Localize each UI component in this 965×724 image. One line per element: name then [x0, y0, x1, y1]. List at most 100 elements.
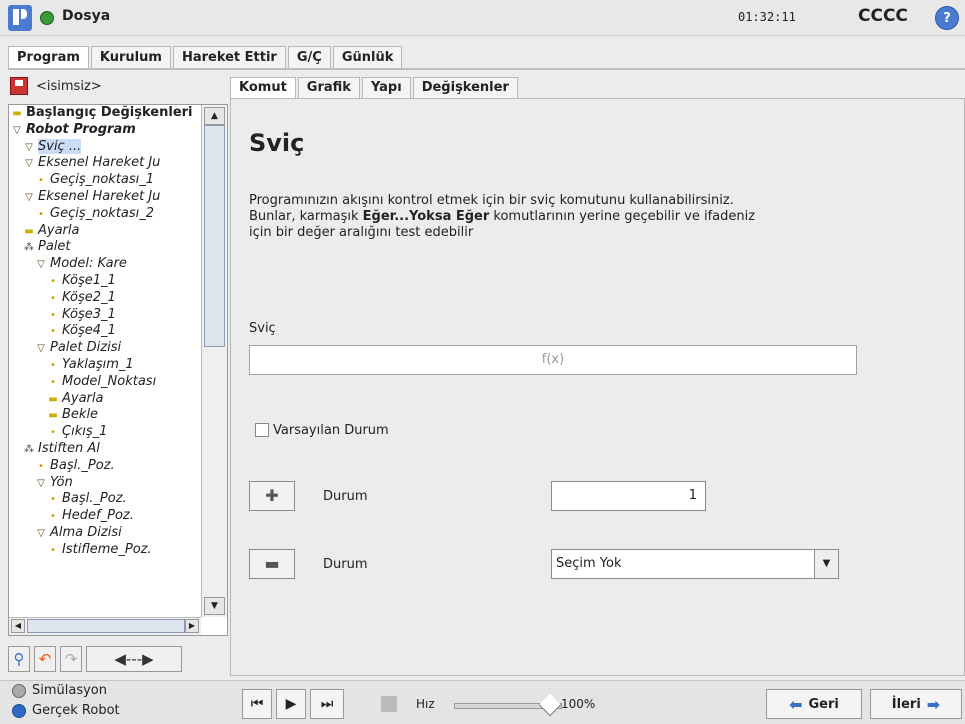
desc-2b: Eğer...Yoksa Eğer	[362, 209, 490, 224]
robot-name: CCCC	[858, 6, 908, 26]
tree-node[interactable]: • İstifleme_Poz.	[9, 542, 201, 559]
arrow-left-icon: ⬅	[789, 694, 803, 714]
tree-node-icon: ▽	[13, 124, 21, 136]
remove-case-button[interactable]: ▬	[249, 549, 295, 579]
tree-node[interactable]: • Yaklaşım_1	[9, 357, 201, 374]
default-case-checkbox[interactable]	[255, 423, 269, 437]
desc-2a: Bunlar, karmaşık	[249, 209, 363, 224]
move-node-icon[interactable]: ◀---▶	[86, 646, 182, 672]
next-button[interactable]: İleri ➡	[870, 689, 962, 719]
back-button[interactable]: ⬅ Geri	[766, 689, 862, 719]
chevron-down-icon[interactable]: ▼	[814, 550, 838, 578]
tree-node[interactable]: ⁂ Palet	[9, 239, 201, 256]
expression-input[interactable]: f(x)	[249, 345, 857, 375]
tree-node-icon: •	[38, 460, 44, 472]
tree-node-icon: ▽	[25, 158, 33, 170]
skip-back-icon[interactable]: ⏮	[242, 689, 272, 719]
tree-node-icon: •	[50, 511, 56, 523]
file-menu-title[interactable]: Dosya	[62, 8, 110, 24]
tree-horizontal-scrollbar[interactable]: ◀ ▶	[9, 617, 201, 635]
stop-icon[interactable]	[381, 696, 397, 712]
tree-node-label: Eksenel Hareket Ju	[38, 188, 161, 204]
tree-node-label: Model: Kare	[50, 256, 127, 272]
tree-node[interactable]: • Model_Noktası	[9, 374, 201, 391]
tab-program[interactable]: Program	[8, 46, 89, 68]
scroll-down-icon[interactable]: ▼	[204, 597, 225, 615]
tree-node[interactable]: ▽ Eksenel Hareket Ju	[9, 189, 201, 206]
tree-node-icon: •	[50, 494, 56, 506]
tree-node[interactable]: ▽ Model: Kare	[9, 256, 201, 273]
undo-icon[interactable]: ↶	[34, 646, 56, 672]
tree-node[interactable]: • Geçiş_noktası_2	[9, 206, 201, 223]
tab-grafik[interactable]: Grafik	[297, 77, 360, 98]
help-icon[interactable]: ?	[935, 6, 959, 30]
tree-node-label: Palet	[38, 239, 71, 255]
desc-2c: komutlarının yerine geçebilir ve ifadeni…	[489, 209, 756, 224]
tree-node-label: Sviç ...	[38, 138, 82, 154]
tree-node-icon: ▽	[25, 191, 33, 203]
tree-node[interactable]: ▽ Sviç ...	[9, 138, 201, 156]
scroll-right-icon[interactable]: ▶	[185, 619, 199, 633]
tab-yapi[interactable]: Yapı	[361, 77, 411, 98]
tree-node[interactable]: • Başl._Poz.	[9, 491, 201, 508]
remove-case-select[interactable]: Seçim Yok ▼	[551, 549, 839, 579]
real-robot-radio-icon[interactable]	[12, 703, 26, 718]
tree-tools: ⚲ ↶ ↷ ◀---▶	[8, 644, 230, 674]
tree-node[interactable]: ▽ Yön	[9, 475, 201, 492]
case-value-input[interactable]: 1	[551, 481, 706, 511]
tree-node-label: Hedef_Poz.	[62, 508, 134, 524]
tree-node-label: Köşe4_1	[62, 323, 116, 339]
simulation-mode[interactable]: Simülasyon	[12, 683, 107, 698]
scroll-left-icon[interactable]: ◀	[11, 619, 25, 633]
tree-node-label: Alma Dizisi	[50, 524, 122, 540]
tree-node[interactable]: • Hedef_Poz.	[9, 508, 201, 525]
add-case-button[interactable]: ✚	[249, 481, 295, 511]
tree-node[interactable]: ▽ Robot Program	[9, 122, 201, 139]
tree-node-icon: •	[50, 359, 56, 371]
tree-node[interactable]: ▽ Alma Dizisi	[9, 525, 201, 542]
tree-node[interactable]: • Köşe1_1	[9, 273, 201, 290]
tree-node[interactable]: • Başl._Poz.	[9, 458, 201, 475]
tree-node[interactable]: • Köşe2_1	[9, 290, 201, 307]
tree-node[interactable]: • Köşe3_1	[9, 307, 201, 324]
tree-node[interactable]: • Köşe4_1	[9, 323, 201, 340]
tree-node[interactable]: ▬ Bekle	[9, 407, 201, 424]
tree-list: ▬ Başlangıç Değişkenleri ▽ Robot Program ▽ Sv…	[9, 105, 201, 615]
command-panel: Sviç Programınızın akışını kontrol etmek…	[230, 98, 965, 676]
save-icon[interactable]	[10, 77, 28, 95]
tab-kurulum[interactable]: Kurulum	[90, 46, 171, 68]
tree-node[interactable]: ⁂ İstiften Al	[9, 441, 201, 458]
tab-gunluk[interactable]: Günlük	[332, 46, 403, 68]
tab-gc[interactable]: G/Ç	[287, 46, 331, 68]
program-tree-panel: <isimsiz> ▬ Başlangıç Değişkenleri ▽ Robot …	[8, 74, 230, 676]
tab-komut[interactable]: Komut	[230, 77, 296, 98]
speed-value: 100%	[561, 697, 596, 711]
tree-node[interactable]: ▬ Ayarla	[9, 223, 201, 240]
search-icon[interactable]: ⚲	[8, 646, 30, 672]
tree-node[interactable]: ▽ Palet Dizisi	[9, 340, 201, 357]
play-icon[interactable]: ▶	[276, 689, 306, 719]
tab-hareket-ettir[interactable]: Hareket Ettir	[172, 46, 286, 68]
h-scroll-thumb[interactable]	[27, 619, 185, 633]
desc-line-1: Programınızın akışını kontrol etmek için…	[249, 193, 734, 208]
tab-degiskenler[interactable]: Değişkenler	[412, 77, 518, 98]
tree-node[interactable]: ▬ Başlangıç Değişkenleri	[9, 105, 201, 122]
tree-node[interactable]: • Geçiş_noktası_1	[9, 172, 201, 189]
redo-icon[interactable]: ↷	[60, 646, 82, 672]
tree-node-label: Robot Program	[26, 121, 136, 137]
tree-vertical-scrollbar[interactable]: ▲ ▼	[201, 105, 227, 617]
scroll-thumb[interactable]	[204, 125, 225, 347]
tree-node[interactable]: ▽ Eksenel Hareket Ju	[9, 155, 201, 172]
speed-slider-knob[interactable]	[538, 693, 562, 717]
real-robot-mode[interactable]: Gerçek Robot	[12, 703, 120, 718]
tree-node-label: Başl._Poz.	[62, 491, 127, 507]
step-forward-icon[interactable]: ⏭	[310, 689, 344, 719]
tree-node-label: Ayarla	[62, 390, 104, 406]
tree-node-icon: ⁂	[24, 443, 34, 455]
tree-node[interactable]: ▬ Ayarla	[9, 391, 201, 408]
ur-logo-icon	[8, 5, 32, 31]
tree-node[interactable]: • Çıkış_1	[9, 424, 201, 441]
tree-node-label: İstiften Al	[38, 440, 100, 456]
simulation-radio-icon[interactable]	[12, 683, 26, 698]
scroll-up-icon[interactable]: ▲	[204, 107, 225, 125]
